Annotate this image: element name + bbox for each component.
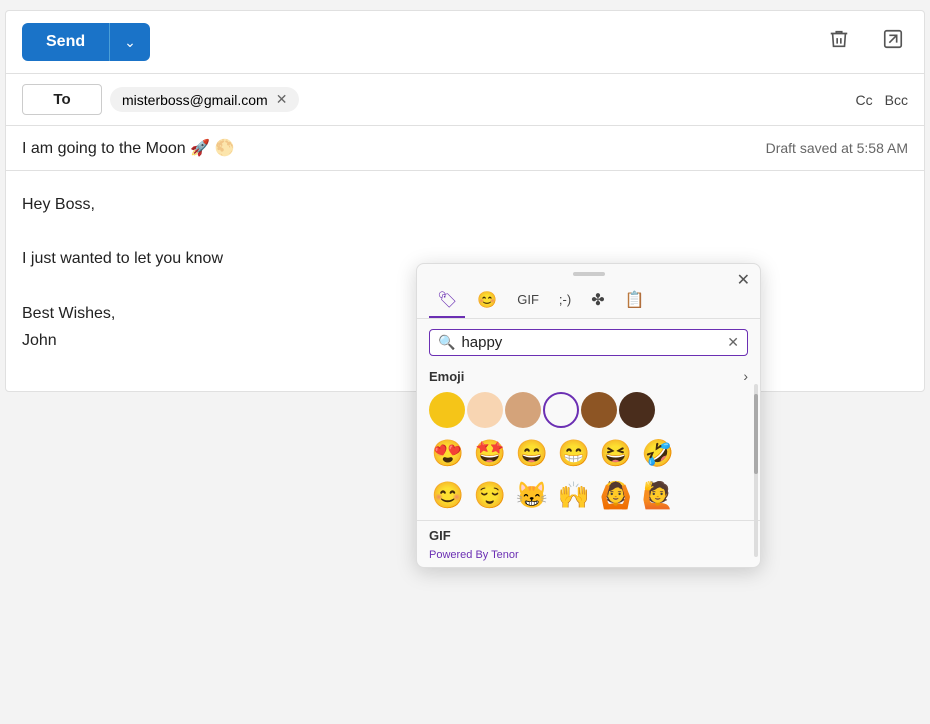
picker-search-container: 🔍 ✕ — [429, 329, 748, 356]
chevron-down-icon: ⌄ — [124, 34, 136, 50]
send-button[interactable]: Send — [22, 23, 109, 61]
emoji-star-struck[interactable]: 🤩 — [471, 434, 509, 472]
bcc-button[interactable]: Bcc — [885, 92, 908, 108]
to-label-button[interactable]: To — [22, 84, 102, 115]
emoji-laughing[interactable]: 😆 — [597, 434, 635, 472]
email-compose-window: Send ⌄ T — [5, 10, 925, 392]
picker-search-clear-button[interactable]: ✕ — [727, 334, 739, 351]
emoji-cat-smile[interactable]: 😸 — [513, 476, 551, 514]
picker-scrollbar-thumb — [754, 394, 758, 474]
remove-recipient-button[interactable]: ✕ — [276, 91, 288, 108]
emoji-picker: ✕ 🏷 😊 GIF ;-) ✤ 📋 — [416, 263, 761, 568]
to-row: To misterboss@gmail.com ✕ Cc Bcc — [6, 74, 924, 126]
picker-scrollbar[interactable] — [754, 384, 758, 557]
emoji-raising-hands[interactable]: 🙌 — [555, 476, 593, 514]
gif-tab-label: GIF — [517, 292, 539, 307]
emoji-blush[interactable]: 😊 — [429, 476, 467, 514]
toolbar-icons — [824, 24, 908, 60]
skin-tone-medium-dark[interactable] — [581, 392, 617, 428]
popout-icon — [882, 28, 904, 50]
tab-gif[interactable]: GIF — [509, 285, 547, 317]
tab-emoji[interactable]: 😊 — [469, 284, 505, 318]
emoji-row-2: 😊 😌 😸 🙌 🙆 🙋 — [417, 474, 760, 516]
symbols-icon: ✤ — [591, 292, 604, 309]
tab-sticker[interactable]: 🏷 — [429, 284, 465, 318]
emoji-heart-eyes[interactable]: 😍 — [429, 434, 467, 472]
picker-tabs: 🏷 😊 GIF ;-) ✤ 📋 — [417, 280, 760, 319]
skin-tone-yellow[interactable] — [429, 392, 465, 428]
skin-tone-light[interactable] — [467, 392, 503, 428]
picker-drag-bar: ✕ — [417, 264, 760, 280]
emoji-rofl[interactable]: 🤣 — [639, 434, 677, 472]
emoji-relieved[interactable]: 😌 — [471, 476, 509, 514]
picker-search-input[interactable] — [461, 334, 721, 351]
skin-tone-grid — [417, 388, 760, 432]
tab-clipboard[interactable]: 📋 — [617, 284, 653, 318]
picker-section-header: Emoji › — [417, 362, 760, 388]
recipient-email: misterboss@gmail.com — [122, 92, 268, 108]
cc-button[interactable]: Cc — [856, 92, 873, 108]
kaomoji-tab-label: ;-) — [559, 292, 571, 307]
picker-search-row: 🔍 ✕ — [417, 319, 760, 362]
emoji-row-1: 😍 🤩 😄 😁 😆 🤣 — [417, 432, 760, 474]
sticker-icon: 🏷 — [437, 292, 457, 309]
tenor-link[interactable]: Powered By Tenor — [417, 547, 760, 567]
gif-section: GIF — [417, 520, 760, 547]
emoji-grinning[interactable]: 😄 — [513, 434, 551, 472]
draft-status: Draft saved at 5:58 AM — [766, 140, 908, 156]
body-line1: Hey Boss, — [22, 191, 908, 218]
delete-button[interactable] — [824, 24, 854, 60]
subject-text: I am going to the Moon 🚀 🌕 — [22, 138, 766, 158]
subject-row: I am going to the Moon 🚀 🌕 Draft saved a… — [6, 126, 924, 171]
search-icon: 🔍 — [438, 334, 455, 351]
emoji-icon: 😊 — [477, 292, 497, 309]
emoji-person-raising-hand[interactable]: 🙋 — [639, 476, 677, 514]
send-button-group: Send ⌄ — [22, 23, 150, 61]
section-arrow-icon: › — [743, 368, 748, 384]
skin-tone-medium-light[interactable] — [505, 392, 541, 428]
gif-section-label: GIF — [429, 528, 451, 543]
emoji-grin[interactable]: 😁 — [555, 434, 593, 472]
trash-icon — [828, 28, 850, 50]
cc-bcc-group: Cc Bcc — [856, 92, 908, 108]
skin-tone-selected[interactable] — [543, 392, 579, 428]
tab-symbols[interactable]: ✤ — [583, 284, 612, 318]
clipboard-icon: 📋 — [625, 292, 645, 309]
tab-kaomoji[interactable]: ;-) — [551, 285, 579, 317]
picker-close-button[interactable]: ✕ — [737, 270, 750, 290]
emoji-person-ok[interactable]: 🙆 — [597, 476, 635, 514]
recipient-chip: misterboss@gmail.com ✕ — [110, 87, 299, 112]
skin-tone-dark[interactable] — [619, 392, 655, 428]
emoji-section-label: Emoji — [429, 369, 464, 384]
send-dropdown-button[interactable]: ⌄ — [109, 23, 150, 61]
toolbar: Send ⌄ — [6, 11, 924, 74]
popout-button[interactable] — [878, 24, 908, 60]
drag-handle — [573, 272, 605, 276]
